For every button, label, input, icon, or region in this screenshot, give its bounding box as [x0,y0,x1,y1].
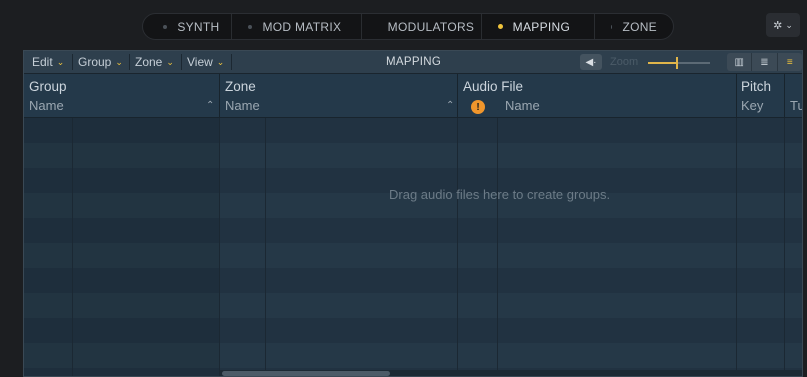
edit-menu[interactable]: Edit ⌄ [32,55,64,69]
zoom-slider-handle[interactable] [676,57,678,69]
view-mode-buttons: ▥ ≣ ≡ [727,53,802,71]
chevron-down-icon: ⌄ [56,56,65,67]
menu-label: Edit [32,55,53,69]
toolbar-title: MAPPING [386,56,442,68]
speaker-icon: ◀· [585,56,597,68]
menu-divider [181,54,182,70]
chevron-down-icon: ⌄ [115,56,123,67]
menu-divider [231,54,232,70]
mapping-panel: Edit ⌄ Group ⌄ Zone ⌄ View ⌄ MAPPING ◀· … [23,50,803,377]
menu-label: View [187,55,213,69]
sort-ascending-icon: ⌃ [206,100,215,111]
tab-synth[interactable]: SYNTH [143,14,233,39]
tab-label: MODULATORS [387,19,475,34]
chevron-down-icon: ⌄ [785,19,793,30]
group-list-icon: ≣ [760,56,769,68]
table-header: Group Name ⌃ Zone Name ⌃ Audio File ! Na… [24,74,802,118]
group-menu[interactable]: Group ⌄ [78,55,123,69]
module-tab-strip: SYNTH MOD MATRIX MODULATORS MAPPING ZONE [142,13,674,40]
group-name-column-header[interactable]: Name [29,98,64,113]
warning-icon[interactable]: ! [471,100,485,114]
zone-list-icon: ≡ [786,56,793,68]
tab-indicator-dot [248,24,253,29]
view-menu[interactable]: View ⌄ [187,55,224,69]
pitch-key-column-header[interactable]: Key [741,98,763,113]
tab-label: MOD MATRIX [262,19,342,34]
empty-drop-message: Drag audio files here to create groups. [389,187,611,202]
group-pane-shade [24,118,219,376]
column-gridline [265,118,266,376]
scrollbar-thumb[interactable] [222,371,390,376]
keyboard-view-button[interactable]: ▥ [727,53,753,71]
tab-indicator-dot [611,24,613,29]
menu-label: Zone [135,55,163,69]
tab-indicator-dot [163,24,168,29]
menu-divider [72,54,73,70]
column-gridline [497,118,498,376]
tab-label: MAPPING [512,19,571,34]
horizontal-scrollbar[interactable] [220,370,802,376]
tab-label: ZONE [622,19,657,34]
mapping-toolbar: Edit ⌄ Group ⌄ Zone ⌄ View ⌄ MAPPING ◀· … [24,51,802,74]
chevron-down-icon: ⌄ [166,56,174,67]
column-gridline [736,118,737,376]
zoom-slider[interactable] [648,57,710,69]
gear-icon: ✲ [773,19,783,32]
tab-mod-matrix[interactable]: MOD MATRIX [232,14,362,39]
keyboard-icon: ▥ [734,56,744,68]
zoom-label: Zoom [610,56,639,68]
group-column-title: Group [29,79,67,94]
column-divider[interactable] [219,74,220,118]
zone-menu[interactable]: Zone ⌄ [135,55,174,69]
column-gridline [784,118,785,376]
column-divider[interactable] [736,74,737,118]
pitch-column-title: Pitch [741,79,772,94]
tab-zone[interactable]: ZONE [595,14,673,39]
tab-label: SYNTH [177,19,220,34]
zone-column-title: Zone [225,79,256,94]
tab-mapping[interactable]: MAPPING [482,14,595,39]
tab-indicator-dot [497,24,503,29]
zone-view-button[interactable]: ≡ [778,53,802,71]
zoom-slider-fill [648,62,676,64]
column-divider[interactable] [784,74,785,118]
mapping-table-body[interactable]: Drag audio files here to create groups. [24,118,802,376]
group-view-button[interactable]: ≣ [752,53,778,71]
top-bar: SYNTH MOD MATRIX MODULATORS MAPPING ZONE… [0,0,807,49]
column-gridline [457,118,458,376]
menu-label: Group [78,55,112,69]
tab-modulators[interactable]: MODULATORS [362,14,482,39]
audio-file-column-title: Audio File [463,79,524,94]
chevron-down-icon: ⌄ [216,56,225,67]
pitch-tune-column-header[interactable]: Tu [790,98,802,113]
audition-button[interactable]: ◀· [580,54,602,70]
settings-menu-button[interactable]: ✲ ⌄ [766,13,800,37]
zone-name-column-header[interactable]: Name [225,98,260,113]
column-gridline [219,118,220,376]
sort-ascending-icon: ⌃ [446,100,455,111]
column-gridline [72,118,73,376]
menu-divider [129,54,130,70]
column-divider[interactable] [457,74,458,118]
audio-file-name-column-header[interactable]: Name [505,98,540,113]
